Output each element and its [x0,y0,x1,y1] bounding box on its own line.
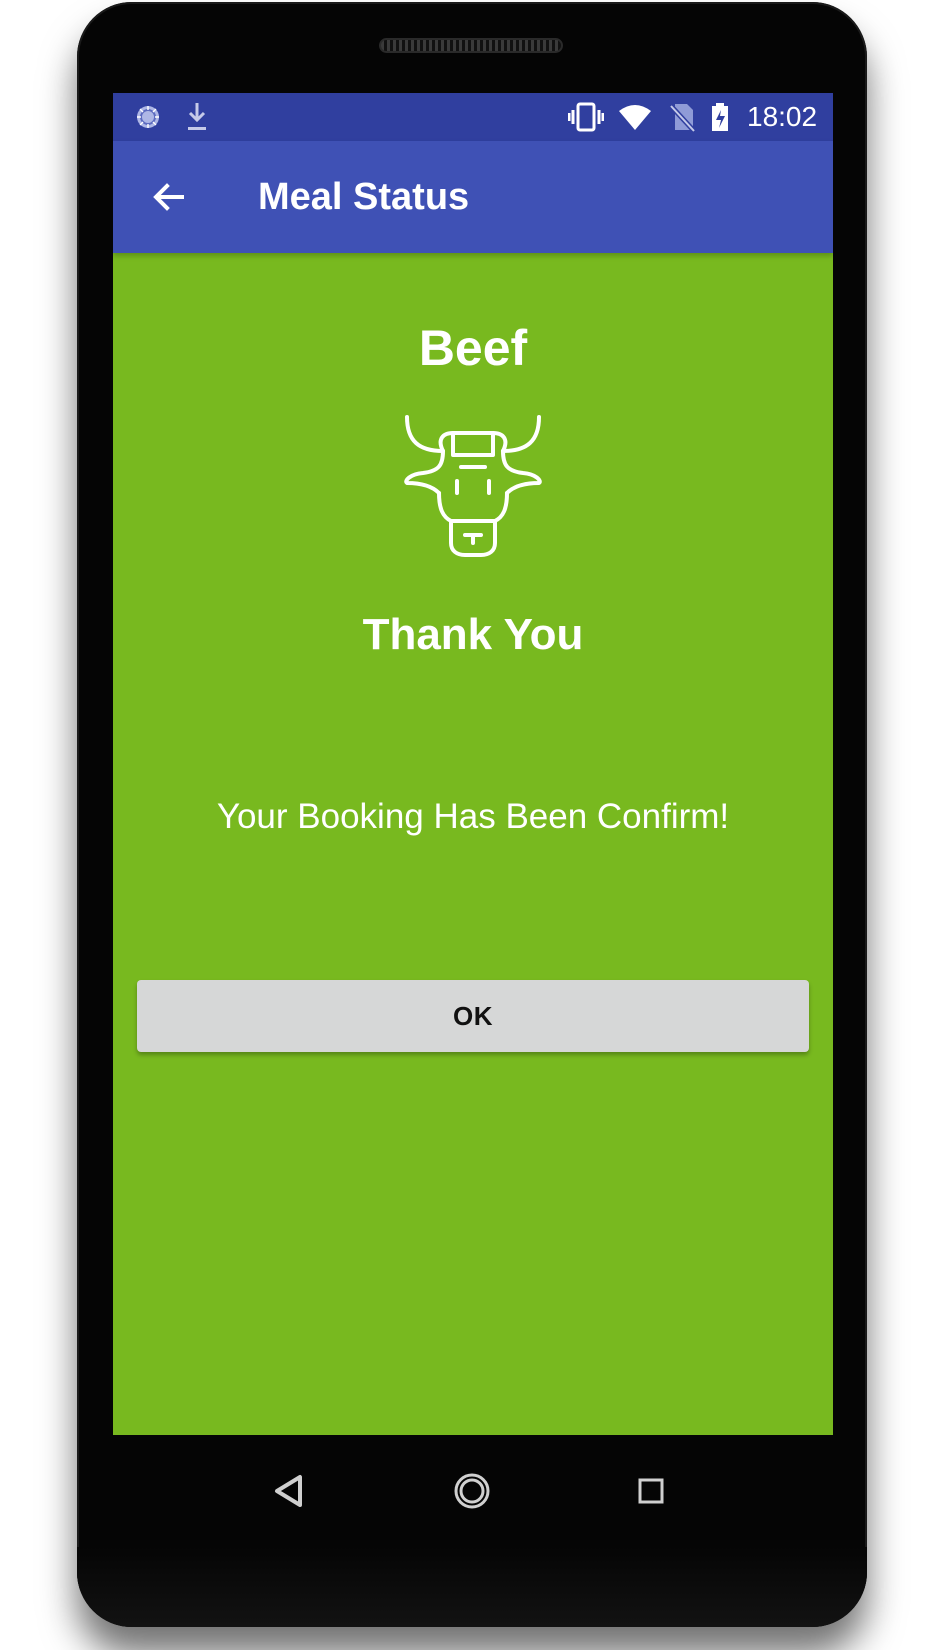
status-bar: 18:02 [113,93,833,141]
system-back-button[interactable] [252,1453,328,1529]
app-toolbar: Meal Status [113,141,833,253]
no-sim-icon [669,104,695,132]
cow-head-icon [404,415,542,557]
arrow-back-icon [153,183,184,211]
booking-confirmation-message: Your Booking Has Been Confirm! [216,797,730,836]
thank-you-heading: Thank You [362,610,584,659]
back-triangle-icon [275,1475,302,1507]
android-navigation-bar [113,1435,833,1545]
page-title: Meal Status [258,176,470,218]
device-screenshot: 18:02 Meal Status Beef Thank You Your Bo… [0,0,945,1650]
battery-charging-icon [712,103,728,131]
download-icon [188,103,206,130]
loading-icon [137,106,159,128]
system-home-button[interactable] [434,1453,510,1529]
status-time: 18:02 [747,101,818,132]
home-circle-icon [454,1473,490,1509]
system-recents-button[interactable] [613,1453,689,1529]
vibrate-icon [568,102,604,132]
recents-square-icon [638,1478,664,1504]
speaker-grille [379,38,563,53]
meal-name: Beef [418,320,528,376]
meal-status-content: Beef Thank You Your Booking Has Been Con… [113,253,833,1435]
back-button[interactable] [141,169,197,225]
wifi-icon [619,105,651,130]
phone-bottom-edge [77,1547,867,1627]
app-screen: 18:02 Meal Status Beef Thank You Your Bo… [113,93,833,1435]
ok-button[interactable]: OK [137,980,809,1052]
